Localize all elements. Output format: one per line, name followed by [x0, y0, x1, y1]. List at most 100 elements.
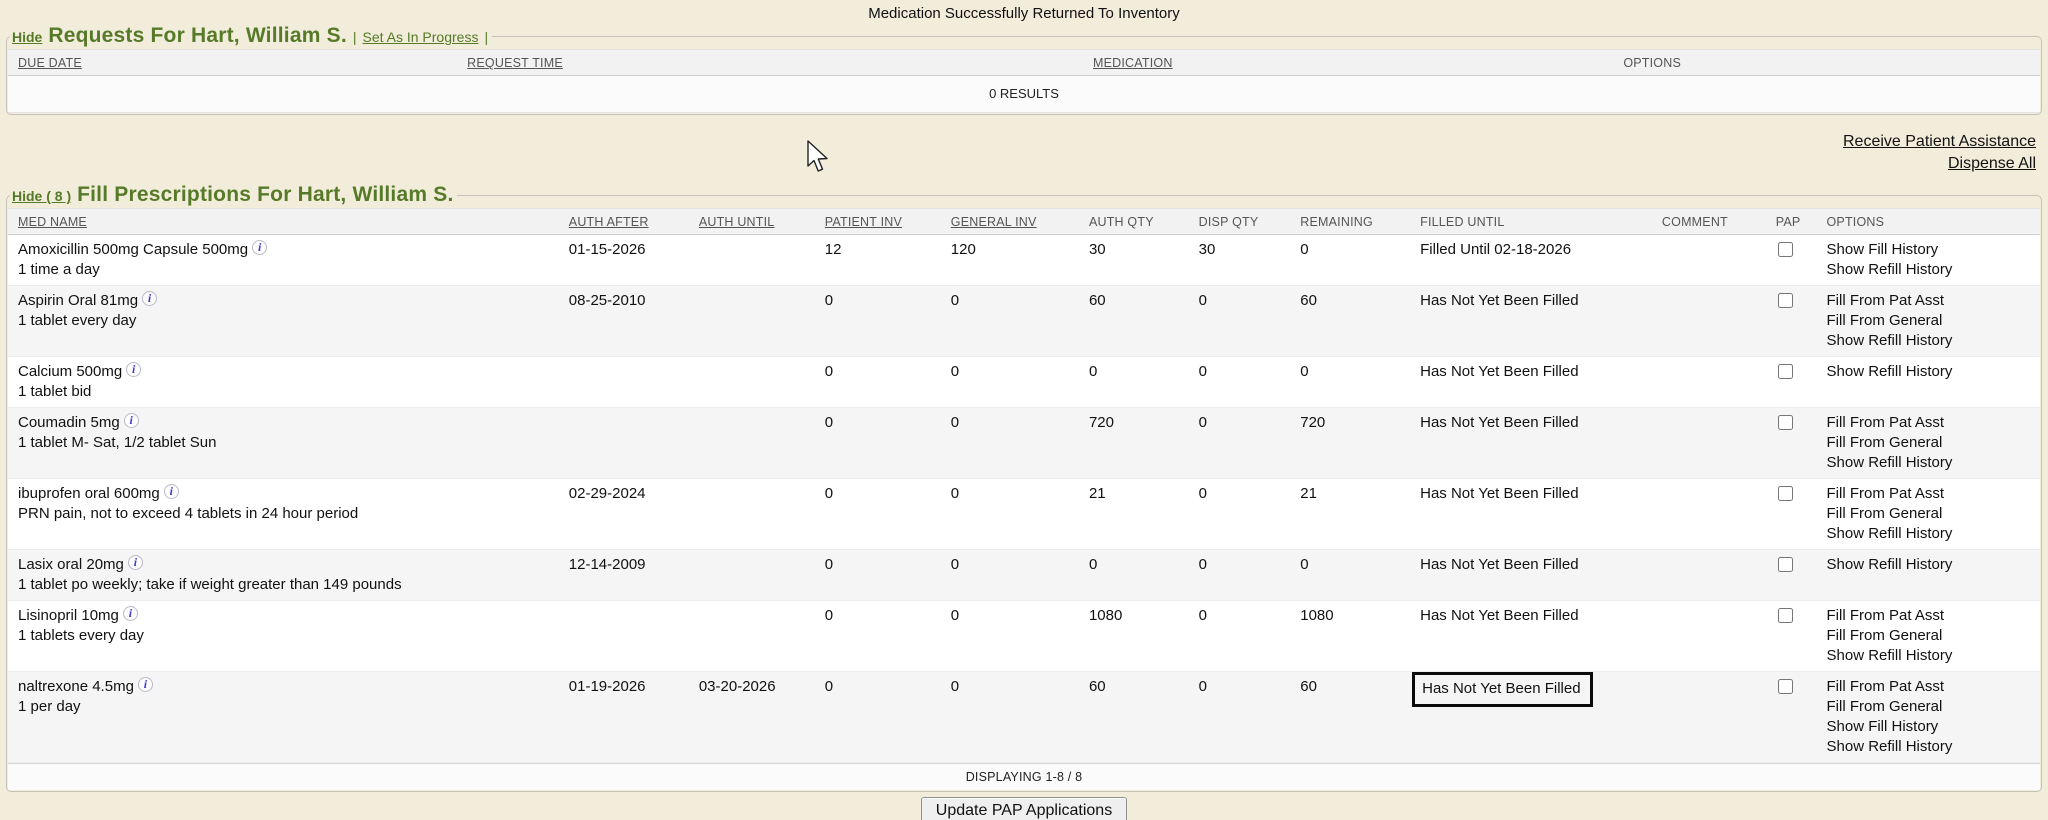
column-header[interactable]: PATIENT INV [821, 209, 947, 235]
option-link[interactable]: Fill From General [1827, 697, 2037, 717]
dispense-all-link[interactable]: Dispense All [0, 153, 2036, 175]
remaining-cell: 60 [1296, 286, 1416, 357]
info-icon[interactable]: i [142, 291, 157, 306]
med-name-cell: Calcium 500mgi1 tablet bid [8, 357, 565, 408]
pap-checkbox[interactable] [1778, 608, 1793, 623]
info-icon[interactable]: i [123, 606, 138, 621]
column-header: OPTIONS [1619, 50, 2040, 76]
filled-until-highlight: Has Not Yet Been Filled [1412, 672, 1592, 707]
pap-cell [1772, 479, 1823, 550]
pap-checkbox[interactable] [1778, 364, 1793, 379]
option-link[interactable]: Fill From Pat Asst [1827, 677, 2037, 697]
column-header: OPTIONS [1823, 209, 2041, 235]
hide-requests-link[interactable]: Hide [12, 29, 42, 45]
column-header[interactable]: GENERAL INV [947, 209, 1085, 235]
auth-after-cell: 01-19-2026 [565, 672, 695, 763]
patient-inv-cell: 0 [821, 672, 947, 763]
option-link[interactable]: Fill From Pat Asst [1827, 484, 2037, 504]
remaining-cell: 0 [1296, 235, 1416, 286]
info-icon[interactable]: i [138, 677, 153, 692]
option-link[interactable]: Show Refill History [1827, 555, 2037, 575]
med-name-cell: Aspirin Oral 81mgi1 tablet every day [8, 286, 565, 357]
pap-checkbox[interactable] [1778, 242, 1793, 257]
info-icon[interactable]: i [124, 413, 139, 428]
option-link[interactable]: Show Fill History [1827, 717, 2037, 737]
med-sig: 1 tablet every day [18, 311, 561, 331]
general-inv-cell: 120 [947, 235, 1085, 286]
option-link[interactable]: Show Refill History [1827, 362, 2037, 382]
set-as-in-progress-link[interactable]: Set As In Progress [363, 29, 479, 45]
auth-until-cell [695, 601, 821, 672]
receive-patient-assistance-link[interactable]: Receive Patient Assistance [0, 131, 2036, 153]
patient-inv-cell: 12 [821, 235, 947, 286]
filled-until-cell: Has Not Yet Been Filled [1416, 286, 1658, 357]
patient-inv-cell: 0 [821, 601, 947, 672]
med-sig: PRN pain, not to exceed 4 tablets in 24 … [18, 504, 561, 524]
pap-cell [1772, 357, 1823, 408]
option-link[interactable]: Show Refill History [1827, 453, 2037, 473]
option-link[interactable]: Show Fill History [1827, 240, 2037, 260]
auth-until-cell [695, 286, 821, 357]
option-link[interactable]: Show Refill History [1827, 260, 2037, 280]
comment-cell [1658, 357, 1772, 408]
column-header[interactable]: AUTH UNTIL [695, 209, 821, 235]
option-link[interactable]: Show Refill History [1827, 524, 2037, 544]
filled-until-cell: Has Not Yet Been Filled [1416, 601, 1658, 672]
patient-inv-cell: 0 [821, 357, 947, 408]
prescription-row: Lasix oral 20mgi1 tablet po weekly; take… [8, 550, 2040, 601]
status-message: Medication Successfully Returned To Inve… [0, 0, 2048, 22]
column-header[interactable]: AUTH AFTER [565, 209, 695, 235]
disp-qty-cell: 0 [1195, 286, 1297, 357]
option-link[interactable]: Show Refill History [1827, 646, 2037, 666]
option-link[interactable]: Fill From General [1827, 504, 2037, 524]
patient-inv-cell: 0 [821, 286, 947, 357]
pap-checkbox[interactable] [1778, 557, 1793, 572]
options-cell: Show Refill History [1823, 357, 2041, 408]
options-cell: Show Refill History [1823, 550, 2041, 601]
option-link[interactable]: Fill From Pat Asst [1827, 413, 2037, 433]
pap-checkbox[interactable] [1778, 415, 1793, 430]
pap-checkbox[interactable] [1778, 679, 1793, 694]
option-link[interactable]: Fill From Pat Asst [1827, 291, 2037, 311]
filled-until-cell: Has Not Yet Been Filled [1416, 550, 1658, 601]
pap-cell [1772, 601, 1823, 672]
column-header: FILLED UNTIL [1416, 209, 1658, 235]
filled-until-text: Has Not Yet Been Filled [1420, 607, 1578, 624]
option-link[interactable]: Show Refill History [1827, 331, 2037, 351]
med-name-cell: Lisinopril 10mgi1 tablets every day [8, 601, 565, 672]
hide-fill-link[interactable]: Hide ( 8 ) [12, 188, 71, 204]
info-icon[interactable]: i [164, 484, 179, 499]
column-header[interactable]: MED NAME [8, 209, 565, 235]
med-name-cell: naltrexone 4.5mgi1 per day [8, 672, 565, 763]
prescription-row: Lisinopril 10mgi1 tablets every day00108… [8, 601, 2040, 672]
filled-until-text: Has Not Yet Been Filled [1420, 292, 1578, 309]
column-header[interactable]: DUE DATE [8, 50, 463, 76]
info-icon[interactable]: i [252, 240, 267, 255]
filled-until-cell: Has Not Yet Been Filled [1416, 479, 1658, 550]
disp-qty-cell: 0 [1195, 672, 1297, 763]
pap-checkbox[interactable] [1778, 486, 1793, 501]
med-sig: 1 tablet bid [18, 382, 561, 402]
option-link[interactable]: Show Refill History [1827, 737, 2037, 757]
fill-legend: Hide ( 8 ) Fill Prescriptions For Hart, … [10, 183, 457, 207]
option-link[interactable]: Fill From General [1827, 311, 2037, 331]
remaining-cell: 21 [1296, 479, 1416, 550]
option-link[interactable]: Fill From Pat Asst [1827, 606, 2037, 626]
info-icon[interactable]: i [126, 362, 141, 377]
auth-after-cell [565, 408, 695, 479]
auth-until-cell [695, 235, 821, 286]
options-cell: Fill From Pat AsstFill From GeneralShow … [1823, 479, 2041, 550]
disp-qty-cell: 0 [1195, 408, 1297, 479]
update-pap-button[interactable]: Update PAP Applications [921, 797, 1127, 820]
info-icon[interactable]: i [128, 555, 143, 570]
option-link[interactable]: Fill From General [1827, 433, 2037, 453]
pap-checkbox[interactable] [1778, 293, 1793, 308]
comment-cell [1658, 286, 1772, 357]
disp-qty-cell: 0 [1195, 601, 1297, 672]
column-header[interactable]: REQUEST TIME [463, 50, 1089, 76]
med-name: Lisinopril 10mgi [18, 606, 561, 626]
option-link[interactable]: Fill From General [1827, 626, 2037, 646]
auth-after-cell [565, 601, 695, 672]
auth-qty-cell: 60 [1085, 672, 1195, 763]
column-header[interactable]: MEDICATION [1089, 50, 1619, 76]
